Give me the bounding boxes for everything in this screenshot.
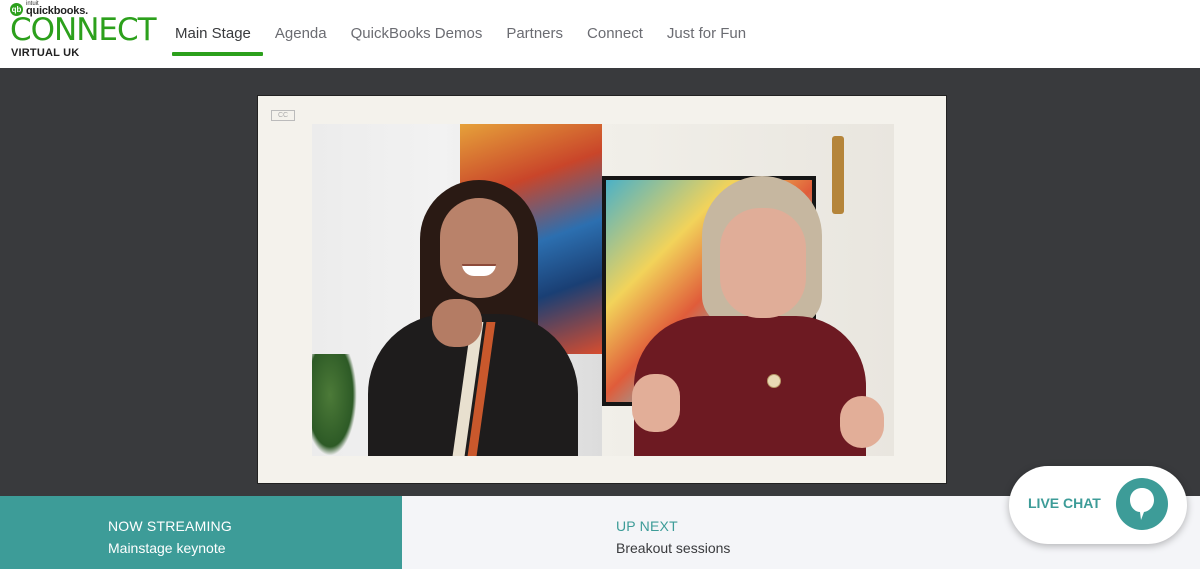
intuit-label: intuit	[26, 1, 39, 7]
closed-captions-badge[interactable]: CC	[271, 110, 295, 121]
up-next-title: Breakout sessions	[616, 540, 731, 556]
speaker-right-hand	[632, 374, 680, 432]
speaker-left-frame	[312, 124, 602, 456]
chat-bubble-icon[interactable]	[1116, 478, 1168, 530]
wall-lamp	[832, 136, 844, 214]
video-feed[interactable]	[312, 124, 894, 456]
main-nav: Main Stage Agenda QuickBooks Demos Partn…	[163, 0, 758, 68]
nav-partners[interactable]: Partners	[494, 0, 575, 68]
nav-agenda[interactable]: Agenda	[263, 0, 339, 68]
live-chat-label: LIVE CHAT	[1028, 495, 1101, 511]
nav-connect[interactable]: Connect	[575, 0, 655, 68]
now-streaming-title: Mainstage keynote	[108, 540, 226, 556]
main-stage: CC	[0, 68, 1200, 496]
nav-main-stage[interactable]: Main Stage	[163, 0, 263, 68]
speaker-right-frame	[602, 124, 894, 456]
up-next-label: UP NEXT	[616, 518, 678, 534]
speaker-left-hand	[432, 299, 482, 347]
necklace-pendant	[767, 374, 781, 388]
nav-just-for-fun[interactable]: Just for Fun	[655, 0, 758, 68]
speaker-left-face	[440, 198, 518, 298]
virtual-uk-label: VIRTUAL UK	[11, 47, 80, 59]
now-streaming-panel[interactable]: NOW STREAMING Mainstage keynote	[0, 496, 402, 569]
now-streaming-label: NOW STREAMING	[108, 518, 232, 534]
connect-wordmark: CONNECT	[10, 12, 157, 48]
header: qb quickbooks. intuit CONNECT VIRTUAL UK…	[0, 0, 1200, 68]
live-chat-button[interactable]: LIVE CHAT	[1009, 466, 1187, 544]
video-player[interactable]: CC	[257, 95, 947, 484]
plant	[312, 354, 357, 456]
speaker-right-face	[720, 208, 806, 318]
quickbooks-connect-logo[interactable]: qb quickbooks. intuit CONNECT VIRTUAL UK	[10, 1, 157, 63]
speaker-right-hand	[840, 396, 884, 448]
nav-quickbooks-demos[interactable]: QuickBooks Demos	[339, 0, 495, 68]
